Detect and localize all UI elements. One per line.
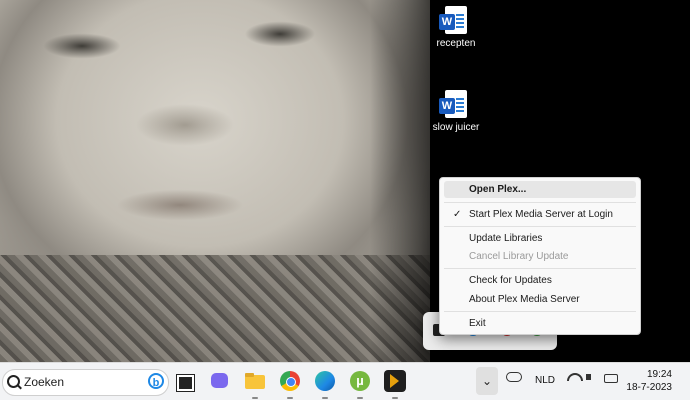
- clock-time: 19:24: [646, 369, 672, 380]
- menu-item-about[interactable]: About Plex Media Server: [444, 291, 636, 308]
- menu-separator: [444, 311, 636, 312]
- search-input[interactable]: Zoeken: [24, 375, 64, 389]
- wallpaper-shirt: [0, 255, 430, 362]
- menu-item-exit[interactable]: Exit: [444, 315, 636, 332]
- clock-date: 18-7-2023: [626, 382, 672, 393]
- bing-icon[interactable]: b: [148, 373, 164, 389]
- desktop-icon-label: recepten: [436, 38, 476, 49]
- menu-item-start-at-login[interactable]: ✓ Start Plex Media Server at Login: [444, 206, 636, 223]
- volume-icon[interactable]: [586, 372, 591, 380]
- onedrive-icon[interactable]: [506, 372, 522, 382]
- menu-separator: [444, 268, 636, 269]
- menu-item-cancel-library-update: Cancel Library Update: [469, 251, 569, 262]
- desktop-icon-recepten[interactable]: W recepten: [421, 6, 491, 49]
- desktop-icon-slow-juicer[interactable]: W slow juicer: [421, 90, 491, 133]
- menu-item-check-for-updates[interactable]: Check for Updates: [444, 272, 636, 289]
- menu-separator: [444, 226, 636, 227]
- language-indicator[interactable]: NLD: [535, 375, 555, 386]
- chrome-icon[interactable]: [279, 370, 301, 399]
- clock[interactable]: 19:24 18-7-2023: [626, 368, 672, 394]
- menu-item-label: Start Plex Media Server at Login: [469, 209, 613, 220]
- file-explorer-icon[interactable]: [244, 370, 266, 399]
- word-document-icon: W: [439, 90, 467, 118]
- plex-icon[interactable]: [384, 370, 406, 399]
- taskbar: Zoeken b µ ⌄ NLD 19:24 18-7-2023: [0, 362, 690, 400]
- menu-separator: [444, 202, 636, 203]
- search-box[interactable]: Zoeken b: [2, 369, 169, 396]
- battery-icon[interactable]: [604, 374, 618, 383]
- search-icon: [7, 375, 20, 388]
- menu-item-update-libraries[interactable]: Update Libraries: [444, 230, 636, 247]
- desktop-icon-label: slow juicer: [432, 122, 480, 133]
- plex-context-menu: Open Plex... ✓ Start Plex Media Server a…: [439, 177, 641, 335]
- checkmark-icon: ✓: [453, 209, 462, 220]
- task-view-icon[interactable]: [174, 370, 196, 392]
- chevron-down-icon[interactable]: ⌄: [476, 367, 498, 395]
- word-document-icon: W: [439, 6, 467, 34]
- utorrent-icon[interactable]: µ: [349, 370, 371, 399]
- menu-item-open-plex[interactable]: Open Plex...: [444, 181, 636, 198]
- wifi-icon[interactable]: [567, 373, 583, 381]
- teams-icon[interactable]: [209, 370, 231, 392]
- edge-icon[interactable]: [314, 370, 336, 399]
